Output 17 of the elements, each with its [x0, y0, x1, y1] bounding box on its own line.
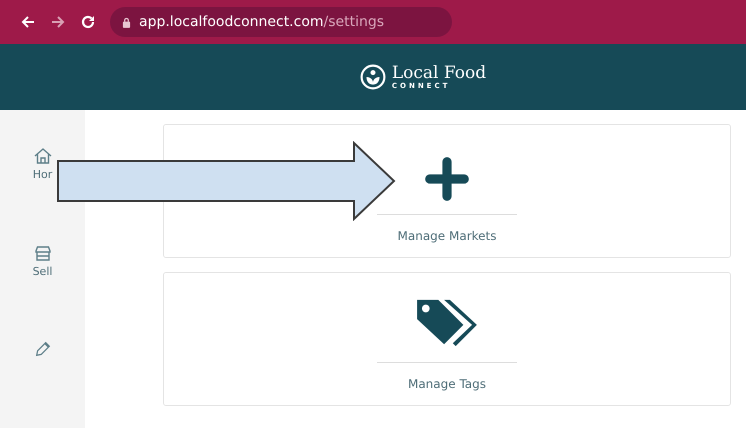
logo-title: Local Food	[392, 64, 486, 82]
address-bar[interactable]: app.localfoodconnect.com/settings	[110, 7, 452, 37]
sidebar-item[interactable]: Sell	[32, 243, 52, 278]
plus-icon	[424, 156, 470, 202]
logo-icon	[360, 64, 386, 90]
reload-icon[interactable]	[80, 14, 96, 30]
card-label: Manage Markets	[398, 229, 496, 243]
lock-icon	[122, 16, 131, 28]
sidebar-item[interactable]	[34, 340, 52, 358]
home-icon	[32, 146, 52, 166]
pencil-icon	[34, 340, 52, 358]
forward-icon[interactable]	[50, 14, 66, 30]
card-label: Manage Tags	[408, 377, 486, 391]
back-icon[interactable]	[20, 14, 36, 30]
settings-card[interactable]: Manage Tags	[163, 272, 731, 406]
settings-card[interactable]: Manage Markets	[163, 124, 731, 258]
sidebar-item[interactable]: Hor	[32, 146, 52, 181]
